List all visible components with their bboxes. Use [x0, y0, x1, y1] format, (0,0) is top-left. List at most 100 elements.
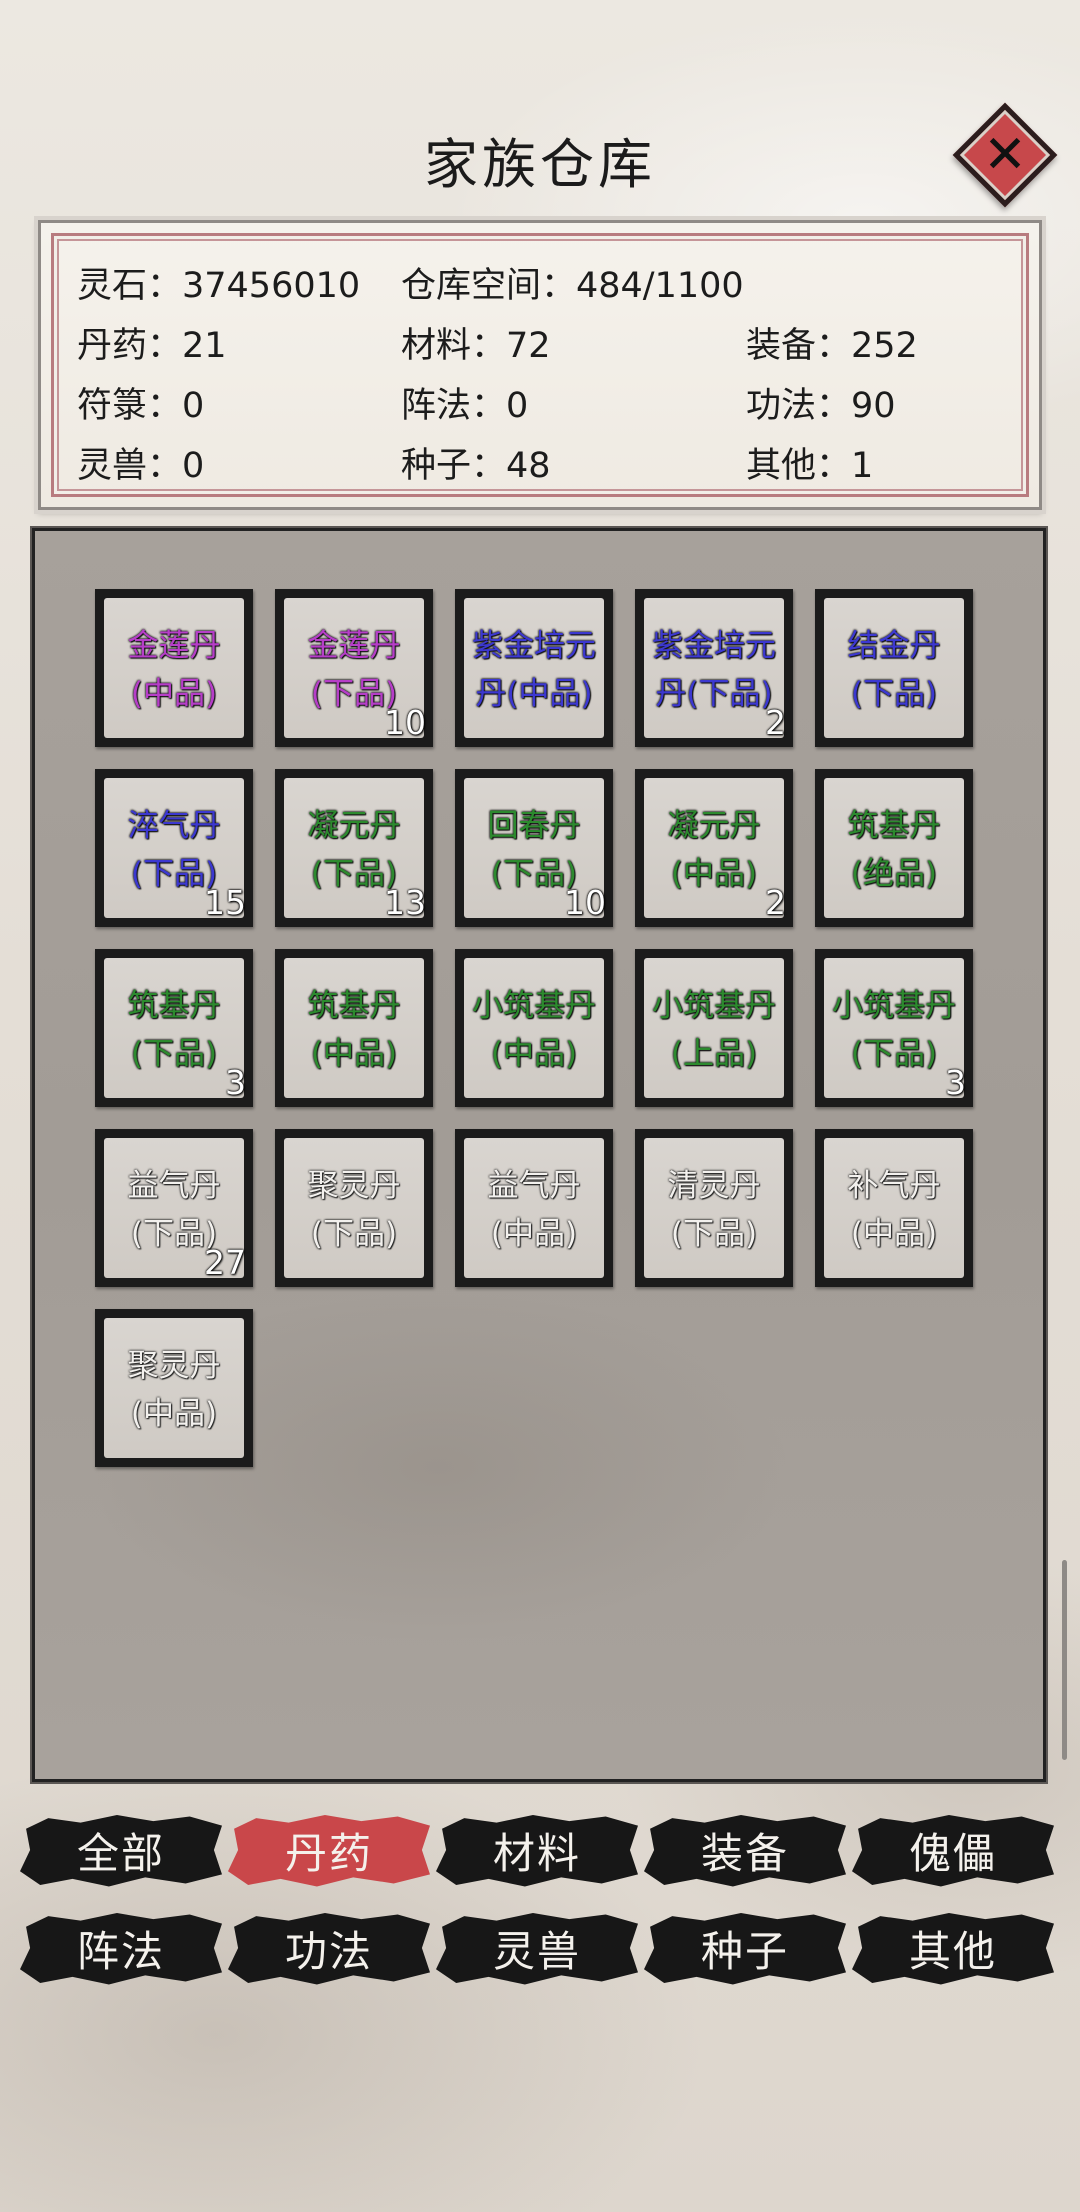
item-name: 补气丹 (中品) [812, 1162, 976, 1258]
item-slot[interactable]: 聚灵丹 (中品) [95, 1309, 253, 1467]
info-row-2: 丹药：21 材料：72 装备：252 [41, 317, 1039, 375]
item-slot-inner: 回春丹 (下品) 10 [464, 778, 606, 922]
category-tab-label: 丹药 [284, 1828, 373, 1878]
item-slot-inner: 小筑基丹 (中品) [464, 958, 604, 1098]
item-slot[interactable]: 紫金培元丹(中品) [455, 589, 613, 747]
item-name-line1: 凝元丹 [667, 808, 761, 844]
info-row-1: 灵石：37456010 仓库空间：484/1100 [41, 257, 1039, 315]
category-tab-label: 装备 [700, 1828, 789, 1878]
info-row-3: 符箓：0 阵法：0 功法：90 [41, 377, 1039, 435]
grid-scrollbar[interactable] [1062, 1560, 1067, 1760]
item-slot-inner: 紫金培元丹(中品) [464, 598, 604, 738]
item-name-line2: (下品) [850, 676, 938, 712]
item-name-line2: (上品) [670, 1036, 758, 1072]
item-slot-inner: 筑基丹 (绝品) [824, 778, 964, 918]
item-name: 金莲丹 (中品) [92, 622, 256, 718]
item-slot[interactable]: 结金丹 (下品) [815, 589, 973, 747]
item-slot-inner: 益气丹 (中品) [464, 1138, 604, 1278]
item-name-line1: 筑基丹 [847, 808, 941, 844]
category-tab[interactable]: 丹药 [228, 1812, 430, 1888]
item-name-line1: 凝元丹 [307, 808, 401, 844]
equipment-count: 装备：252 [746, 326, 918, 366]
item-slot[interactable]: 益气丹 (下品) 27 [95, 1129, 253, 1287]
item-name-line1: 金莲丹 [307, 628, 401, 664]
item-name: 聚灵丹 (中品) [92, 1342, 256, 1438]
category-tab[interactable]: 材料 [436, 1812, 638, 1888]
item-name-line1: 紫金培元 [472, 628, 596, 664]
other-count: 其他：1 [746, 446, 874, 486]
item-grid-panel[interactable]: 金莲丹 (中品) 金莲丹 (下品) 10 紫金培元 丹(中品) 紫金培元 丹(下品) 2 结金丹 (下… [32, 528, 1046, 1782]
item-slot-inner: 小筑基丹 (上品) [644, 958, 784, 1098]
item-slot[interactable]: 金莲丹 (中品) [95, 589, 253, 747]
item-count: 15 [204, 883, 246, 922]
item-slot[interactable]: 聚灵丹 (下品) [275, 1129, 433, 1287]
item-slot[interactable]: 紫金培元 丹(下品) 2 [635, 589, 793, 747]
formation-count: 阵法：0 [401, 386, 529, 426]
item-slot[interactable]: 筑基丹 (下品) 3 [95, 949, 253, 1107]
info-row-4: 灵兽：0 种子：48 其他：1 [41, 437, 1039, 495]
item-count: 2 [765, 883, 786, 922]
item-name: 聚灵丹 (下品) [272, 1162, 436, 1258]
item-name: 清灵丹 (下品) [632, 1162, 796, 1258]
item-name-line2: (绝品) [850, 856, 938, 892]
item-slot[interactable]: 小筑基丹 (中品) [455, 949, 613, 1107]
category-tab-label: 种子 [700, 1926, 789, 1976]
category-tab[interactable]: 傀儡 [852, 1812, 1054, 1888]
item-name-line2: (中品) [490, 1216, 578, 1252]
item-name-line1: 淬气丹 [127, 808, 221, 844]
item-slot[interactable]: 凝元丹 (中品) 2 [635, 769, 793, 927]
item-slot[interactable]: 金莲丹 (下品) 10 [275, 589, 433, 747]
item-name-line2: (中品) [310, 1036, 398, 1072]
item-slot[interactable]: 补气丹 (中品) [815, 1129, 973, 1287]
category-tab-label: 功法 [284, 1926, 373, 1976]
pill-count: 丹药：21 [77, 326, 227, 366]
category-tab[interactable]: 其他 [852, 1910, 1054, 1986]
item-name-line1: 聚灵丹 [127, 1348, 221, 1384]
item-count: 10 [384, 703, 426, 742]
item-name-line2: (中品) [490, 1036, 578, 1072]
item-name: 筑基丹 (绝品) [812, 802, 976, 898]
item-slot[interactable]: 凝元丹 (下品) 13 [275, 769, 433, 927]
item-count: 10 [564, 883, 606, 922]
item-count: 13 [384, 883, 426, 922]
item-slot[interactable]: 小筑基丹 (下品) 3 [815, 949, 973, 1107]
category-tab[interactable]: 装备 [644, 1812, 846, 1888]
item-name-line2: (下品) [670, 1216, 758, 1252]
item-slot[interactable]: 清灵丹 (下品) [635, 1129, 793, 1287]
item-name-line1: 小筑基丹 [652, 988, 776, 1024]
item-slot[interactable]: 筑基丹 (中品) [275, 949, 433, 1107]
item-slot-inner: 补气丹 (中品) [824, 1138, 964, 1278]
item-slot[interactable]: 益气丹 (中品) [455, 1129, 613, 1287]
material-count: 材料：72 [401, 326, 551, 366]
item-name-line1: 益气丹 [127, 1168, 221, 1204]
item-slot-inner: 淬气丹 (下品) 15 [104, 778, 246, 922]
item-count: 2 [765, 703, 786, 742]
category-tab[interactable]: 阵法 [20, 1910, 222, 1986]
category-tab[interactable]: 全部 [20, 1812, 222, 1888]
category-tab[interactable]: 种子 [644, 1910, 846, 1986]
item-slot[interactable]: 筑基丹 (绝品) [815, 769, 973, 927]
item-slot[interactable]: 淬气丹 (下品) 15 [95, 769, 253, 927]
category-tab[interactable]: 灵兽 [436, 1910, 638, 1986]
item-count: 3 [945, 1063, 966, 1102]
item-name-line2: (中品) [850, 1216, 938, 1252]
item-slot[interactable]: 小筑基丹 (上品) [635, 949, 793, 1107]
item-name: 结金丹 (下品) [812, 622, 976, 718]
item-slot-inner: 聚灵丹 (下品) [284, 1138, 424, 1278]
item-name-line1: 聚灵丹 [307, 1168, 401, 1204]
category-tab[interactable]: 功法 [228, 1910, 430, 1986]
item-name-line1: 回春丹 [487, 808, 581, 844]
item-name-line1: 补气丹 [847, 1168, 941, 1204]
item-name-line1: 益气丹 [487, 1168, 581, 1204]
item-name: 紫金培元丹(中品) [452, 622, 616, 718]
item-slot-inner: 小筑基丹 (下品) 3 [824, 958, 966, 1102]
item-slot-inner: 凝元丹 (中品) 2 [644, 778, 786, 922]
item-name-line2: 丹(中品) [475, 676, 593, 712]
item-name-line2: (中品) [130, 676, 218, 712]
spirit-stone-count: 灵石：37456010 [77, 266, 361, 306]
category-tab-label: 傀儡 [908, 1828, 997, 1878]
item-slot[interactable]: 回春丹 (下品) 10 [455, 769, 613, 927]
item-slot-inner: 聚灵丹 (中品) [104, 1318, 244, 1458]
item-slot-inner: 凝元丹 (下品) 13 [284, 778, 426, 922]
item-name: 益气丹 (中品) [452, 1162, 616, 1258]
